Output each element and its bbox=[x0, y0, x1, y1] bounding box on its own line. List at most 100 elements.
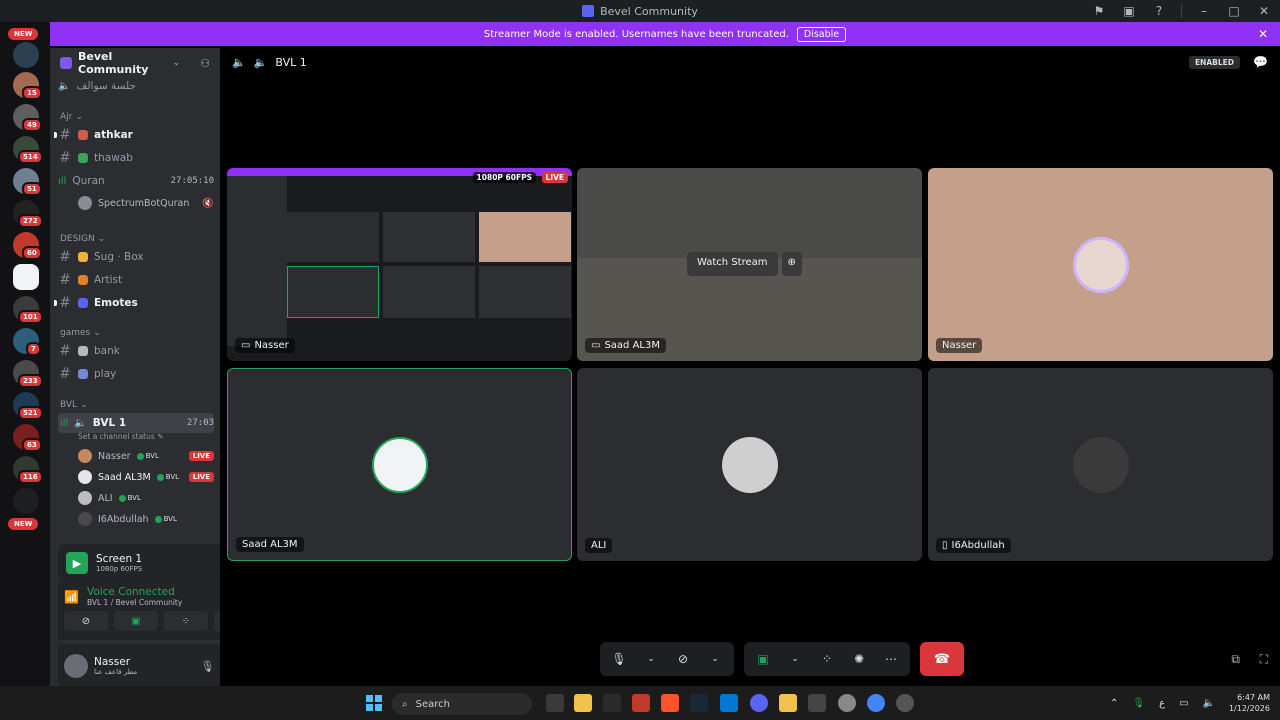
popout-icon[interactable]: ⧉ bbox=[1231, 652, 1240, 667]
category-ajr[interactable]: Ajr ⌄ bbox=[60, 112, 83, 122]
voice-user-1[interactable]: Nasser BVL LIVE bbox=[78, 447, 214, 465]
display-icon[interactable]: ▭ bbox=[1179, 698, 1188, 709]
more-icon[interactable]: ⋯ bbox=[880, 648, 902, 670]
activities-button[interactable]: ⁘ bbox=[164, 611, 208, 631]
maximize-icon[interactable]: □ bbox=[1226, 3, 1242, 19]
steam-icon[interactable] bbox=[690, 694, 708, 712]
clover-icon bbox=[78, 153, 88, 163]
category-bvl[interactable]: BVL ⌄ bbox=[60, 400, 88, 410]
voice-user-bot[interactable]: SpectrumBotQuran 🔇 bbox=[78, 194, 214, 212]
chevron-down-icon[interactable]: ⌄ bbox=[640, 648, 662, 670]
participant-tile-abdullah[interactable]: ▯ I6Abdullah bbox=[928, 368, 1273, 561]
category-design[interactable]: DESIGN ⌄ bbox=[60, 234, 105, 244]
voice-user-4[interactable]: I6Abdullah BVL bbox=[78, 510, 214, 528]
task-view-icon[interactable] bbox=[546, 694, 564, 712]
folder-icon[interactable] bbox=[779, 694, 797, 712]
stream-tile-nasser[interactable]: 1080P 60FPS LIVE ▭ Nasser bbox=[227, 168, 572, 361]
minimize-icon[interactable]: – bbox=[1196, 3, 1212, 19]
discord-icon[interactable] bbox=[750, 694, 768, 712]
brave-browser-icon[interactable] bbox=[661, 694, 679, 712]
soundboard-icon[interactable]: ✺ bbox=[848, 648, 870, 670]
chevron-down-icon[interactable]: ⌄ bbox=[784, 648, 806, 670]
activities-icon[interactable]: ⁘ bbox=[816, 648, 838, 670]
microphone-icon[interactable]: 🎙 bbox=[1132, 698, 1145, 709]
windows-start-icon[interactable] bbox=[366, 695, 382, 711]
participant-tile-nasser[interactable]: Nasser bbox=[928, 168, 1273, 361]
volume-icon[interactable]: 🔈 bbox=[1203, 698, 1215, 709]
help-icon[interactable]: ? bbox=[1151, 3, 1167, 19]
emoji-icon bbox=[78, 130, 88, 140]
server-icon[interactable] bbox=[13, 488, 39, 514]
guild-header[interactable]: Bevel Community ⌄ ⚇ bbox=[50, 48, 220, 78]
invite-people-icon[interactable]: ⚇ bbox=[200, 57, 210, 70]
system-tray: ⌃ 🎙 ع ▭ 🔈 6:47 AM 1/12/2026 bbox=[1110, 686, 1270, 720]
voice-user-3[interactable]: ALI BVL bbox=[78, 489, 214, 507]
file-explorer-icon[interactable] bbox=[574, 694, 592, 712]
voice-user-2[interactable]: Saad AL3M BVL LIVE bbox=[78, 468, 214, 486]
app-icon[interactable] bbox=[603, 694, 621, 712]
voice-channel-bvl1[interactable]: ıll 🔈 BVL 1 27:03 bbox=[58, 413, 214, 433]
microphone-icon[interactable]: 🎙 bbox=[608, 648, 630, 670]
app-icon[interactable] bbox=[808, 694, 826, 712]
chevron-up-icon[interactable]: ⌃ bbox=[1110, 698, 1118, 709]
channel-status[interactable]: Set a channel status ✎ bbox=[78, 432, 163, 441]
chrome-icon[interactable] bbox=[867, 694, 885, 712]
screen-share-icon[interactable]: ▣ bbox=[752, 648, 774, 670]
server-badge: 60 bbox=[22, 246, 42, 260]
mobile-icon: ▯ bbox=[942, 540, 948, 551]
flag-icon[interactable]: ⚑ bbox=[1091, 3, 1107, 19]
channel-play[interactable]: # play bbox=[58, 364, 214, 384]
stage-header: 🔈 🔈 BVL 1 ENABLED 💬 bbox=[220, 48, 1280, 76]
app-icon[interactable] bbox=[632, 694, 650, 712]
role-tag: BVL bbox=[154, 515, 177, 523]
screen-share-button[interactable]: ▣ bbox=[114, 611, 158, 631]
server-icon-active[interactable] bbox=[13, 264, 39, 290]
inbox-icon[interactable]: ▣ bbox=[1121, 3, 1137, 19]
microphone-icon[interactable]: 🎙 bbox=[200, 660, 214, 673]
channel-athkar[interactable]: # athkar bbox=[54, 125, 214, 145]
camera-off-button[interactable]: ⊘ bbox=[64, 611, 108, 631]
clock[interactable]: 6:47 AM 1/12/2026 bbox=[1229, 692, 1270, 714]
language-indicator[interactable]: ع bbox=[1159, 698, 1165, 709]
disconnect-button[interactable]: ☎ bbox=[920, 642, 964, 676]
close-icon[interactable]: ✕ bbox=[1256, 3, 1272, 19]
settings-icon[interactable] bbox=[838, 694, 856, 712]
stream-tile-saad[interactable]: Watch Stream ⊕ ▭ Saad AL3M bbox=[577, 168, 922, 361]
app-icon[interactable] bbox=[896, 694, 914, 712]
channel-quran[interactable]: ıll Quran 27:05:10 bbox=[58, 171, 214, 191]
avatar[interactable] bbox=[64, 654, 88, 678]
server-badge: 63 bbox=[22, 438, 42, 452]
participant-tile-saad[interactable]: Saad AL3M bbox=[227, 368, 572, 561]
voice-location[interactable]: BVL 1 / Bevel Community bbox=[87, 598, 222, 607]
channel-emotes[interactable]: # Emotes bbox=[54, 293, 214, 313]
fullscreen-icon[interactable]: ⛶ bbox=[1260, 652, 1268, 667]
popout-icon[interactable]: ⊕ bbox=[781, 252, 802, 276]
chevron-down-icon[interactable]: ⌄ bbox=[704, 648, 726, 670]
watch-stream-button[interactable]: Watch Stream bbox=[687, 252, 778, 276]
voice-channel-arabic[interactable]: 🔈 جلسة سوالف bbox=[58, 76, 214, 96]
taskbar-search[interactable]: ⌕ Search bbox=[392, 693, 532, 715]
screen-icon: ▭ bbox=[591, 340, 601, 351]
volume-icon[interactable]: 🔈 bbox=[232, 56, 246, 69]
channel-sug-box[interactable]: # Sug · Box bbox=[58, 247, 214, 267]
chat-icon[interactable]: 💬 bbox=[1253, 55, 1268, 69]
close-banner-icon[interactable]: ✕ bbox=[1258, 27, 1268, 41]
mic-camera-group: 🎙 ⌄ ⊘ ⌄ bbox=[600, 642, 734, 676]
channel-thawab[interactable]: # thawab bbox=[58, 148, 214, 168]
new-badge-bottom[interactable]: NEW bbox=[8, 518, 39, 530]
channel-bank[interactable]: # bank bbox=[58, 341, 214, 361]
new-badge-top[interactable]: NEW bbox=[8, 28, 39, 40]
app-icon[interactable] bbox=[720, 694, 738, 712]
camera-off-icon[interactable]: ⊘ bbox=[672, 648, 694, 670]
server-icon[interactable] bbox=[13, 42, 39, 68]
enabled-badge[interactable]: ENABLED bbox=[1188, 55, 1240, 69]
participant-tile-ali[interactable]: ALI bbox=[577, 368, 922, 561]
stage-icon: ıll bbox=[58, 175, 67, 187]
hash-icon: # bbox=[59, 343, 71, 359]
disable-streamer-mode-button[interactable]: Disable bbox=[796, 26, 847, 42]
server-badge: 116 bbox=[18, 470, 43, 484]
stream-preview-sidebar bbox=[227, 176, 287, 346]
stream-preview-tile bbox=[383, 266, 475, 318]
channel-artist[interactable]: # Artist bbox=[58, 270, 214, 290]
category-games[interactable]: games ⌄ bbox=[60, 328, 101, 338]
